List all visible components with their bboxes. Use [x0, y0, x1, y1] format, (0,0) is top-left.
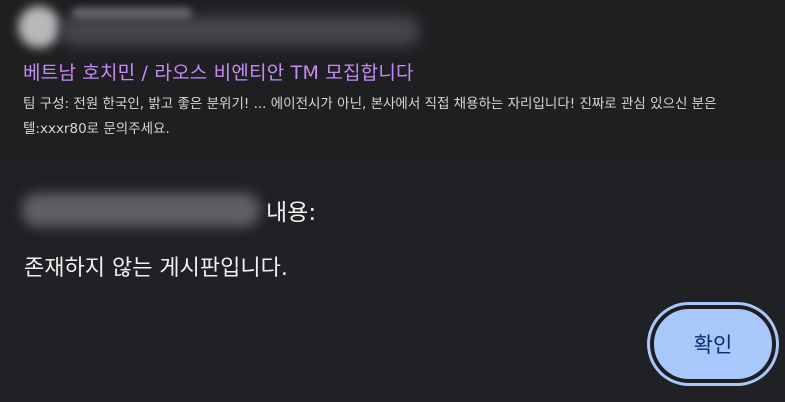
redacted-favicon — [18, 6, 60, 48]
ok-button[interactable]: 확인 — [650, 305, 776, 383]
dialog-message: 존재하지 않는 게시판입니다. — [24, 256, 288, 281]
dialog-heading-suffix: 내용: — [266, 200, 317, 226]
redacted-site-url — [72, 8, 192, 18]
search-result-snippet: 팀 구성: 전원 한국인, 밝고 좋은 분위기! ... 에이전시가 아닌, 본… — [23, 96, 717, 137]
page: 베트남 호치민 / 라오스 비엔티안 TM 모집합니다 팀 구성: 전원 한국인… — [0, 0, 785, 402]
redacted-site-name — [60, 16, 420, 46]
redacted-dialog-origin — [22, 193, 260, 227]
dialog-heading: 내용: — [22, 190, 316, 230]
search-result-title[interactable]: 베트남 호치민 / 라오스 비엔티안 TM 모집합니다 — [23, 58, 414, 85]
search-result-card: 베트남 호치민 / 라오스 비엔티안 TM 모집합니다 팀 구성: 전원 한국인… — [0, 0, 785, 163]
